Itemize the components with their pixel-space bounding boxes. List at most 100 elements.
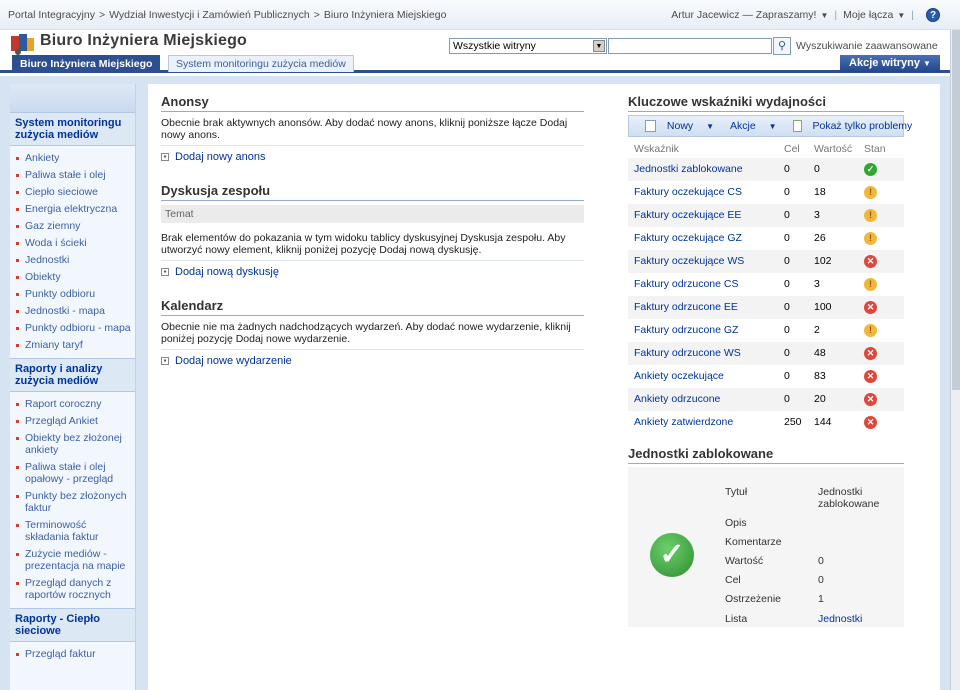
tab-system-monitoringu[interactable]: System monitoringu zużycia mediów (168, 55, 354, 72)
nav-item[interactable]: Zużycie mediów - prezentacja na mapie (10, 546, 135, 575)
nav-item[interactable]: Punkty odbioru (10, 286, 135, 303)
tab-biuro-inzyniera[interactable]: Biuro Inżyniera Miejskiego (12, 55, 161, 72)
kpi-goal: 250 (784, 416, 802, 428)
announcements-title[interactable]: Anonsy (161, 94, 584, 112)
discussion-column-header[interactable]: Temat (161, 205, 584, 223)
kpi-goal: 0 (778, 388, 808, 411)
breadcrumb-portal[interactable]: Portal Integracyjny (8, 9, 95, 21)
kpi-title[interactable]: Kluczowe wskaźniki wydajności (628, 94, 904, 112)
nav-item[interactable]: Woda i ścieki (10, 235, 135, 252)
kpi-value: 100 (808, 296, 858, 319)
advanced-search-link[interactable]: Wyszukiwanie zaawansowane (796, 40, 938, 52)
kpi-indicator-link[interactable]: Faktury odrzucone EE (628, 296, 778, 319)
nav-section-title[interactable]: Raporty - Ciepło sieciowe (10, 608, 135, 642)
nav-item[interactable]: Obiekty bez złożonej ankiety (10, 430, 135, 459)
kpi-indicator-link[interactable]: Faktury odrzucone CS (628, 273, 778, 296)
calendar-empty-text: Obecnie nie ma żadnych nadchodzących wyd… (161, 316, 584, 350)
kpi-new-menu[interactable]: Nowy ▼ (637, 120, 714, 133)
nav-item[interactable]: Ankiety (10, 150, 135, 167)
detail-label-value: Wartość (725, 555, 764, 567)
search-icon[interactable]: ⚲ (773, 37, 791, 55)
nav-section-list: Ankiety Paliwa stałe i olej Ciepło sieciow… (10, 146, 135, 358)
quick-launch: System monitoringu zużycia mediów Ankiety… (10, 84, 136, 690)
search-scope-select[interactable]: Wszystkie witryny ▼ (449, 38, 607, 54)
add-discussion-link[interactable]: ▪ Dodaj nową dyskusję (161, 266, 584, 278)
kpi-indicator-link[interactable]: Jednostki zablokowane (628, 158, 778, 181)
kpi-indicator-link[interactable]: Faktury oczekujące WS (628, 250, 778, 273)
kpi-status: ✕ (858, 411, 904, 434)
col-status[interactable]: Stan (858, 141, 904, 158)
nav-item[interactable]: Zmiany taryf (10, 337, 135, 354)
nav-item[interactable]: Jednostki - mapa (10, 303, 135, 320)
kpi-actions-menu[interactable]: Akcje ▼ (722, 120, 777, 132)
kpi-value: 3 (808, 204, 858, 227)
nav-item[interactable]: Gaz ziemny (10, 218, 135, 235)
welcome-menu[interactable]: Artur Jacewicz — Zapraszamy! ▼ (671, 9, 828, 21)
nav-item[interactable]: Paliwa stałe i olej (10, 167, 135, 184)
nav-item[interactable]: Przegląd danych z raportów rocznych (10, 575, 135, 604)
kpi-show-problems-button[interactable]: Pokaż tylko problemy (785, 120, 912, 133)
calendar-title[interactable]: Kalendarz (161, 298, 584, 316)
col-indicator[interactable]: Wskaźnik (628, 141, 778, 158)
kpi-indicator-link[interactable]: Faktury odrzucone GZ (628, 319, 778, 342)
nav-item[interactable]: Terminowość składania faktur (10, 517, 135, 546)
welcome-label: Artur Jacewicz — Zapraszamy! (671, 9, 817, 21)
nav-item[interactable]: Paliwa stałe i olej opałowy - przegląd (10, 459, 135, 488)
my-links-menu[interactable]: Moje łącza ▼ (843, 9, 905, 21)
search-input[interactable] (608, 38, 772, 54)
status-error-icon: ✕ (864, 369, 877, 383)
search-scope-value: Wszystkie witryny (453, 40, 536, 52)
kpi-row: Faktury oczekujące GZ 0 26! (628, 227, 904, 250)
add-event-link[interactable]: ▪ Dodaj nowe wydarzenie (161, 355, 584, 367)
site-title[interactable]: Biuro Inżyniera Miejskiego (40, 32, 247, 50)
nav-item[interactable]: Obiekty (10, 269, 135, 286)
col-goal[interactable]: Cel (778, 141, 808, 158)
kpi-indicator-link[interactable]: Ankiety oczekujące (628, 365, 778, 388)
nav-item[interactable]: Punkty odbioru - mapa (10, 320, 135, 337)
nav-item[interactable]: Przegląd Ankiet (10, 413, 135, 430)
nav-item[interactable]: Energia elektryczna (10, 201, 135, 218)
kpi-goal: 0 (778, 204, 808, 227)
nav-section-title[interactable]: Raporty i analizy zużycia mediów (10, 358, 135, 392)
discussion-title[interactable]: Dyskusja zespołu (161, 183, 584, 201)
add-announcement-link[interactable]: ▪ Dodaj nowy anons (161, 151, 584, 163)
dropdown-arrow-icon: ▼ (593, 40, 605, 52)
kpi-goal: 0 (778, 158, 808, 181)
kpi-row: Faktury odrzucone CS 0 3! (628, 273, 904, 296)
kpi-value: 3 (814, 278, 820, 290)
nav-item[interactable]: Ciepło sieciowe (10, 184, 135, 201)
kpi-indicator-link[interactable]: Ankiety zatwierdzone (628, 411, 778, 434)
detail-label-list: Lista (725, 613, 748, 625)
kpi-indicator-link[interactable]: Faktury oczekujące EE (628, 204, 778, 227)
chevron-down-icon: ▼ (897, 11, 906, 20)
kpi-indicator-link[interactable]: Faktury odrzucone WS (628, 342, 778, 365)
kpi-detail-panel: ✓ Tytuł Jednostki zablokowane Opis Komen… (628, 467, 904, 627)
kpi-detail-title[interactable]: Jednostki zablokowane (628, 446, 904, 464)
col-value[interactable]: Wartość (808, 141, 858, 158)
nav-item[interactable]: Raport coroczny (10, 396, 135, 413)
chevron-down-icon: ▼ (820, 11, 829, 20)
scrollbar-thumb[interactable] (952, 30, 960, 390)
discussion-empty-text: Brak elementów do pokazania w tym widoku… (161, 223, 584, 261)
help-icon[interactable]: ? (926, 8, 940, 22)
nav-section-title[interactable]: System monitoringu zużycia mediów (10, 112, 135, 146)
breadcrumb-separator: > (313, 9, 320, 21)
nav-section-list: Przegląd faktur (10, 642, 135, 667)
page-scrollbar[interactable] (950, 30, 960, 690)
kpi-indicator-link[interactable]: Faktury oczekujące CS (628, 181, 778, 204)
breadcrumb-department[interactable]: Wydział Inwestycji i Zamówień Publicznyc… (109, 9, 310, 21)
status-error-icon: ✕ (864, 346, 877, 360)
breadcrumb-current: Biuro Inżyniera Miejskiego (323, 9, 447, 21)
site-actions-button[interactable]: Akcje witryny ▼ (840, 55, 940, 72)
kpi-status: ✕ (858, 365, 904, 388)
kpi-status: ! (858, 181, 904, 204)
kpi-indicator-link[interactable]: Ankiety odrzucone (628, 388, 778, 411)
detail-value-list-link[interactable]: Jednostki (818, 613, 862, 625)
nav-item[interactable]: Jednostki (10, 252, 135, 269)
kpi-goal: 0 (778, 342, 808, 365)
filter-icon (792, 120, 802, 133)
kpi-indicator-link[interactable]: Faktury oczekujące GZ (628, 227, 778, 250)
nav-item[interactable]: Przegląd faktur (10, 646, 135, 663)
nav-item[interactable]: Punkty bez złożonych faktur (10, 488, 135, 517)
kpi-goal: 0 (784, 370, 790, 382)
